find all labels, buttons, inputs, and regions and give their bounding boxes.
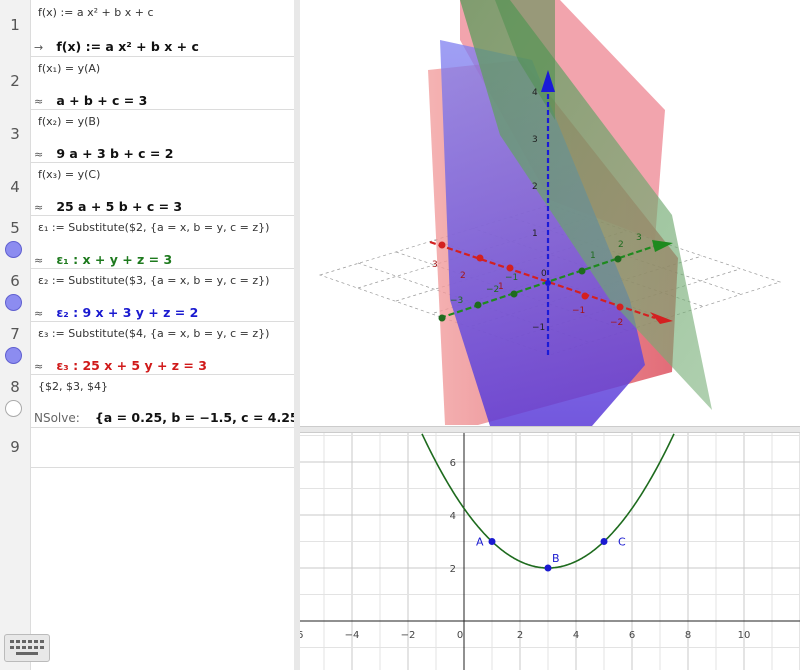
- cas-output: ≈ 25 a + 5 b + c = 3: [34, 196, 182, 215]
- x-tick-label: −6: [300, 630, 303, 641]
- output-arrow: ≈: [34, 360, 44, 373]
- y-tick-label: 3: [636, 233, 642, 243]
- output-value: ε₃ : 25 x + 5 y + z = 3: [56, 358, 207, 373]
- x-tick-label: 2: [517, 630, 523, 641]
- cas-row-2[interactable]: 2 f(x₁) = y(A) ≈ a + b + c = 3: [0, 56, 294, 110]
- point-c[interactable]: [600, 538, 608, 545]
- output-value: ε₁ : x + y + z = 3: [56, 252, 173, 267]
- y-tick-label: 4: [450, 511, 456, 522]
- cas-input[interactable]: ε₁ := Substitute($2, {a = x, b = y, c = …: [38, 221, 269, 234]
- cas-input[interactable]: ε₃ := Substitute($4, {a = x, b = y, c = …: [38, 327, 269, 340]
- output-value: ε₂ : 9 x + 3 y + z = 2: [56, 305, 199, 320]
- y-tick-label: −2: [486, 285, 499, 295]
- x-tick-label: −1: [572, 306, 585, 316]
- y-tick-label: 1: [590, 251, 596, 261]
- cas-row-6[interactable]: 6 ε₂ := Substitute($3, {a = x, b = y, c …: [0, 268, 294, 322]
- x-tick-label: −2: [610, 318, 623, 328]
- horizontal-splitter[interactable]: [300, 426, 800, 433]
- y-tick-label: −1: [505, 273, 518, 283]
- y-tick-label: −3: [450, 296, 463, 306]
- visibility-toggle[interactable]: [5, 294, 22, 311]
- x-tick-labels: −6 −4 −2 0 2 4 6 8 10: [300, 630, 750, 641]
- visibility-toggle[interactable]: [5, 400, 22, 417]
- cas-output: ≈ 9 a + 3 b + c = 2: [34, 143, 173, 162]
- cas-input[interactable]: ε₂ := Substitute($3, {a = x, b = y, c = …: [38, 274, 269, 287]
- cas-row-8[interactable]: 8 {$2, $3, $4} NSolve: {a = 0.25, b = −1…: [0, 374, 294, 428]
- output-arrow: ≈: [34, 307, 44, 320]
- x-tick-label: 6: [629, 630, 635, 641]
- row-number: 2: [0, 56, 31, 109]
- x-tick-label: 4: [573, 630, 579, 641]
- 3d-canvas[interactable]: 4 3 2 1 −1 3 2 1 −1 −2 −3 −2 −1 1 2 3 0: [300, 0, 800, 426]
- output-arrow: ≈: [34, 201, 44, 214]
- x-tick-label: −2: [401, 630, 416, 641]
- output-arrow: ≈: [34, 254, 44, 267]
- cas-row-3[interactable]: 3 f(x₂) = y(B) ≈ 9 a + 3 b + c = 2: [0, 109, 294, 163]
- cas-input[interactable]: f(x₁) = y(A): [38, 62, 100, 75]
- row-number: 8: [0, 374, 31, 427]
- cas-row-5[interactable]: 5 ε₁ := Substitute($2, {a = x, b = y, c …: [0, 215, 294, 269]
- visibility-toggle[interactable]: [5, 241, 22, 258]
- row-number: 9: [0, 427, 31, 467]
- output-arrow: →: [34, 41, 44, 54]
- cas-input[interactable]: f(x₂) = y(B): [38, 115, 100, 128]
- row-number: 5: [0, 215, 31, 268]
- y-tick-label: 2: [618, 240, 624, 250]
- cas-row-7[interactable]: 7 ε₃ := Substitute($4, {a = x, b = y, c …: [0, 321, 294, 375]
- visibility-toggle[interactable]: [5, 347, 22, 364]
- x-tick-label: 3: [432, 260, 438, 270]
- cas-output: NSolve: {a = 0.25, b = −1.5, c = 4.25}: [34, 407, 295, 426]
- 2d-canvas[interactable]: −6 −4 −2 0 2 4 6 8 10 6 4 2 A B C: [300, 433, 800, 670]
- keyboard-icon[interactable]: [4, 634, 50, 662]
- row-number: 3: [0, 109, 31, 162]
- nsolve-label: NSolve:: [34, 411, 80, 425]
- origin-label: 0: [541, 269, 547, 279]
- z-tick-label: 4: [532, 88, 538, 98]
- origin-point: [545, 280, 551, 286]
- cas-row-1[interactable]: 1 f(x) := a x² + b x + c → f(x) := a x² …: [0, 0, 294, 57]
- output-value: 9 a + 3 b + c = 2: [56, 146, 174, 161]
- y-tick-labels: 6 4 2: [450, 458, 456, 575]
- row-number: 7: [0, 321, 31, 374]
- grid: [300, 433, 800, 670]
- point-label-b: B: [552, 552, 560, 565]
- output-value: 25 a + 5 b + c = 3: [56, 199, 183, 214]
- cas-output: ≈ ε₁ : x + y + z = 3: [34, 249, 172, 268]
- row-number: 1: [0, 0, 31, 56]
- cas-input[interactable]: {$2, $3, $4}: [38, 380, 108, 393]
- point-a[interactable]: [488, 538, 496, 545]
- z-tick-label: 3: [532, 135, 538, 145]
- output-value: f(x) := a x² + b x + c: [56, 39, 199, 54]
- x-tick-label: 8: [685, 630, 691, 641]
- z-tick-label: −1: [532, 323, 545, 333]
- cas-row-9[interactable]: 9: [0, 427, 294, 468]
- output-arrow: ≈: [34, 95, 44, 108]
- cas-output: ≈ ε₂ : 9 x + 3 y + z = 2: [34, 302, 198, 321]
- z-tick-label: 1: [532, 229, 538, 239]
- x-tick-label: 2: [460, 271, 466, 281]
- cas-panel: 1 f(x) := a x² + b x + c → f(x) := a x² …: [0, 0, 295, 670]
- graphics-2d-view[interactable]: −6 −4 −2 0 2 4 6 8 10 6 4 2 A B C: [300, 433, 800, 670]
- x-tick-label: 0: [457, 630, 463, 641]
- point-label-a: A: [476, 536, 484, 549]
- x-tick-label: −4: [345, 630, 360, 641]
- z-tick-label: 2: [532, 182, 538, 192]
- row-number: 6: [0, 268, 31, 321]
- cas-row-4[interactable]: 4 f(x₃) = y(C) ≈ 25 a + 5 b + c = 3: [0, 162, 294, 216]
- x-tick-label: 10: [738, 630, 751, 641]
- row-number: 4: [0, 162, 31, 215]
- point-b[interactable]: [544, 564, 552, 572]
- output-arrow: ≈: [34, 148, 44, 161]
- graphics-3d-view[interactable]: 4 3 2 1 −1 3 2 1 −1 −2 −3 −2 −1 1 2 3 0: [300, 0, 800, 426]
- cas-output: → f(x) := a x² + b x + c: [34, 36, 199, 55]
- output-value: a + b + c = 3: [56, 93, 148, 108]
- cas-input[interactable]: f(x) := a x² + b x + c: [38, 6, 154, 19]
- output-value: {a = 0.25, b = −1.5, c = 4.25}: [94, 410, 295, 425]
- y-tick-label: 6: [450, 458, 456, 469]
- cas-input[interactable]: f(x₃) = y(C): [38, 168, 100, 181]
- point-label-c: C: [618, 536, 626, 549]
- cas-output: ≈ ε₃ : 25 x + 5 y + z = 3: [34, 355, 207, 374]
- cas-output: ≈ a + b + c = 3: [34, 90, 147, 109]
- y-tick-label: 2: [450, 564, 456, 575]
